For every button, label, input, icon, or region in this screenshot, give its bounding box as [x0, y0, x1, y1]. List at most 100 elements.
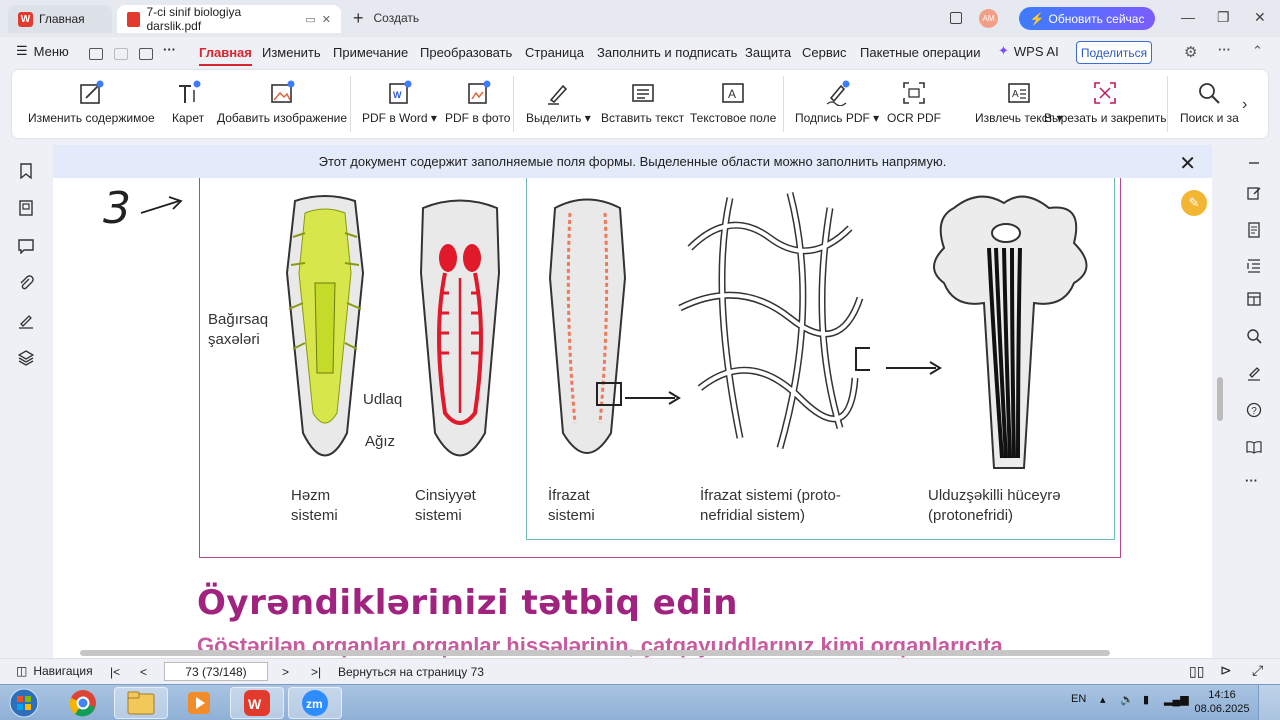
tab-close-icon[interactable]: ✕ — [322, 13, 331, 26]
bookmark-icon[interactable] — [18, 163, 34, 179]
caption-excretory: İfrazat sistemi — [548, 487, 595, 524]
caret-button[interactable]: Карет — [172, 80, 204, 125]
insert-text-button[interactable]: Вставить текст — [601, 80, 684, 125]
close-window-icon[interactable]: ✕ — [1254, 9, 1266, 26]
menu-button[interactable]: ☰ Меню — [16, 43, 69, 59]
edit-pencil-icon[interactable]: ✎ — [1181, 190, 1207, 216]
page-number-input[interactable]: 73 (73/148) — [164, 662, 268, 681]
cut-pin-button[interactable]: Вырезать и закрепить — [1044, 80, 1166, 125]
collapse-ribbon-icon[interactable]: ⌃ — [1252, 43, 1263, 59]
network-signal-icon[interactable]: ▂▄▆ — [1164, 693, 1189, 706]
attachment-icon[interactable] — [18, 275, 34, 291]
new-tab-button[interactable]: + Создать — [353, 9, 419, 27]
taskbar-wps[interactable]: W — [230, 687, 284, 719]
ribbon-scroll-right-icon[interactable]: › — [1242, 96, 1247, 114]
add-image-button[interactable]: Добавить изображение — [217, 80, 347, 125]
menu-item-tools[interactable]: Сервис — [802, 45, 847, 60]
horizontal-scroll-thumb[interactable] — [80, 650, 1110, 656]
ocr-pdf-button[interactable]: OCR PDF — [887, 80, 941, 125]
taskbar-chrome[interactable] — [56, 687, 110, 719]
thumbnails-icon[interactable] — [18, 200, 34, 216]
play-icon[interactable]: ⊳ — [1220, 662, 1232, 679]
menu-item-convert[interactable]: Преобразовать — [420, 45, 512, 60]
signature-icon[interactable] — [18, 313, 34, 329]
highlighter-icon — [548, 84, 568, 105]
open-folder-icon[interactable] — [89, 48, 103, 60]
highlight-button[interactable]: Выделить ▾ — [526, 80, 591, 125]
pdf-to-word-button[interactable]: W PDF в Word ▾ — [362, 80, 437, 125]
close-notice-icon[interactable]: ✕ — [1179, 151, 1196, 176]
more-icon[interactable]: ··· — [163, 42, 176, 57]
save-icon[interactable] — [114, 48, 128, 60]
menu-item-home[interactable]: Главная — [199, 45, 252, 66]
taskbar-explorer[interactable] — [114, 687, 168, 719]
window-mode-icon[interactable] — [950, 12, 962, 24]
power-icon[interactable]: ▮ — [1143, 693, 1149, 706]
plus-icon: + — [353, 8, 364, 28]
svg-text:?: ? — [1251, 406, 1257, 417]
return-to-page-link[interactable]: Вернуться на страницу 73 — [338, 665, 484, 679]
print-icon[interactable] — [139, 48, 153, 60]
tab-window-icon[interactable]: ▭ — [305, 13, 315, 26]
align-icon[interactable] — [1246, 257, 1262, 273]
reader-mode-icon[interactable] — [1246, 439, 1262, 455]
menu-item-comment[interactable]: Примечание — [333, 45, 408, 60]
more-options-icon[interactable]: ··· — [1245, 473, 1258, 488]
show-desktop-button[interactable] — [1258, 685, 1280, 720]
book-view-icon[interactable]: ▯▯ — [1189, 663, 1204, 680]
ai-sparkle-icon: ✦ — [998, 43, 1009, 58]
search-panel-icon[interactable] — [1246, 328, 1262, 344]
settings-gear-icon[interactable]: ⚙ — [1184, 43, 1197, 61]
clock-time: 14:16 — [1208, 689, 1236, 701]
maximize-icon[interactable]: ❐ — [1217, 9, 1230, 26]
menu-item-page[interactable]: Страница — [525, 45, 584, 60]
start-button[interactable] — [0, 687, 48, 719]
tab-home-label: Главная — [39, 12, 85, 26]
svg-text:zm: zm — [306, 697, 323, 711]
taskbar-clock[interactable]: 14:16 08.06.2025 — [1194, 688, 1250, 716]
pdf-signature-button[interactable]: Подпись PDF ▾ — [795, 80, 879, 125]
comments-icon[interactable] — [18, 238, 34, 254]
page-text-icon[interactable] — [1246, 222, 1262, 238]
taskbar-zoom[interactable]: zm — [288, 687, 342, 719]
tab-document[interactable]: 7-ci sinif biologiya darslik.pdf ▭ ✕ — [117, 5, 341, 33]
help-icon[interactable]: ? — [1246, 402, 1262, 418]
text-box-button[interactable]: A Текстовое поле — [690, 80, 776, 125]
horizontal-scrollbar[interactable] — [60, 647, 1215, 657]
menu-item-edit[interactable]: Изменить — [262, 45, 321, 60]
vertical-scroll-thumb[interactable] — [1217, 377, 1223, 421]
language-indicator[interactable]: EN — [1071, 693, 1086, 705]
next-page-icon[interactable]: > — [282, 665, 289, 679]
wps-ai-button[interactable]: ✦ WPS AI — [998, 43, 1059, 59]
edit-document-icon[interactable] — [1246, 185, 1262, 201]
minimize-icon[interactable]: — — [1181, 9, 1195, 25]
show-hidden-icons-icon[interactable]: ▴ — [1100, 693, 1106, 706]
menu-item-batch[interactable]: Пакетные операции — [860, 45, 980, 60]
stamp-icon[interactable] — [1246, 365, 1262, 381]
share-button[interactable]: Поделиться — [1076, 41, 1152, 64]
menu-item-fill-sign[interactable]: Заполнить и подписать — [597, 45, 737, 60]
user-avatar[interactable]: AM — [979, 9, 998, 28]
last-page-icon[interactable]: >| — [311, 665, 321, 679]
upgrade-button[interactable]: ⚡ Обновить сейчас — [1019, 7, 1155, 30]
navigation-toggle[interactable]: ◫ Навигация — [16, 664, 93, 678]
pdf-to-image-button[interactable]: PDF в фото — [445, 80, 510, 125]
fullscreen-icon[interactable]: ⤢ — [1252, 662, 1263, 679]
vertical-scrollbar[interactable] — [1215, 145, 1225, 658]
overflow-icon[interactable]: ··· — [1218, 42, 1231, 57]
volume-icon[interactable]: 🔈 — [1120, 693, 1134, 706]
layers-icon[interactable] — [18, 350, 34, 366]
search-replace-button[interactable]: Поиск и за — [1180, 80, 1239, 125]
taskbar-media-player[interactable] — [172, 687, 226, 719]
label-intestinal-branches: Bağırsaq şaxələri — [208, 311, 269, 348]
organize-pages-icon[interactable] — [1246, 291, 1262, 307]
zoom-icon: zm — [302, 690, 328, 716]
edit-content-button[interactable]: Изменить содержимое — [28, 80, 155, 125]
insert-text-label: Вставить текст — [601, 111, 685, 125]
menu-item-protect[interactable]: Защита — [745, 45, 791, 60]
main-menu-bar: ☰ Меню ··· Главная Изменить Примечание П… — [0, 37, 1280, 68]
previous-page-icon[interactable]: < — [140, 665, 147, 679]
first-page-icon[interactable]: |< — [110, 665, 120, 679]
tab-home[interactable]: W Главная — [8, 5, 112, 33]
collapse-panel-icon[interactable] — [1246, 155, 1262, 171]
